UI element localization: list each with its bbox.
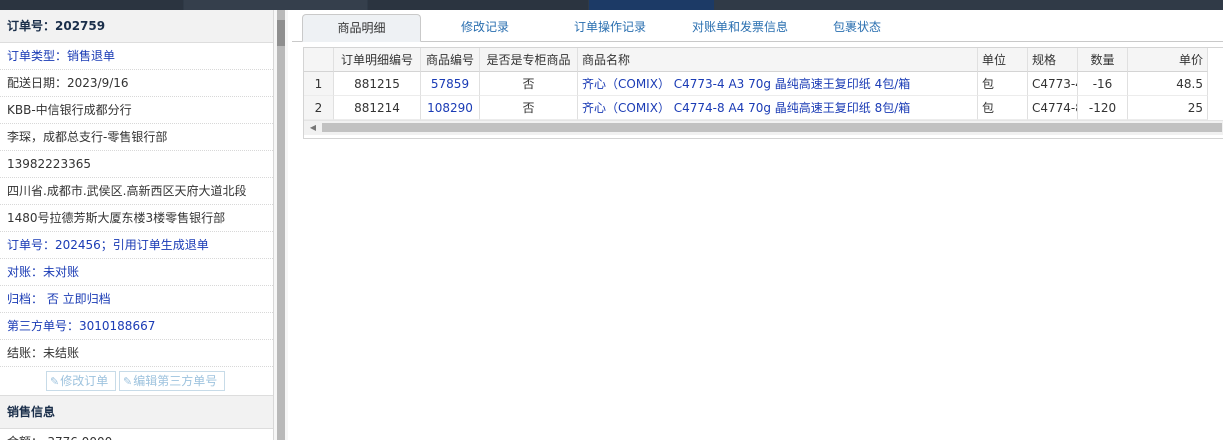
edit-icon: ✎ — [123, 375, 133, 388]
column-header-spec[interactable]: 规格 — [1028, 48, 1078, 72]
edit-third-party-label: 编辑第三方单号 — [133, 374, 218, 388]
product-id-link[interactable]: 57859 — [421, 72, 480, 96]
edit-third-party-button[interactable]: ✎编辑第三方单号 — [119, 371, 225, 391]
column-header-product-id[interactable]: 商品编号 — [421, 48, 480, 72]
action-buttons: ✎修改订单 ✎编辑第三方单号 — [0, 367, 273, 396]
order-number-header: 订单号：202759 — [0, 10, 273, 43]
product-grid: 订单明细编号 商品编号 是否是专柜商品 商品名称 单位 规格 数量 单价 1 8… — [303, 47, 1223, 139]
product-name-link[interactable]: 齐心（COMIX） C4774-8 A4 70g 晶纯高速王复印纸 8包/箱 — [578, 96, 978, 120]
tab-product-details[interactable]: 商品明细 — [302, 14, 421, 42]
row-number: 2 — [304, 96, 334, 120]
column-header-counter-flag[interactable]: 是否是专柜商品 — [480, 48, 578, 72]
counter-flag-cell: 否 — [480, 96, 578, 120]
product-id-link[interactable]: 108290 — [421, 96, 480, 120]
edit-icon: ✎ — [50, 375, 60, 388]
tab-order-operations[interactable]: 订单操作记录 — [560, 14, 660, 41]
edit-order-button[interactable]: ✎修改订单 — [46, 371, 116, 391]
tab-statement-invoice[interactable]: 对账单和发票信息 — [676, 14, 804, 41]
splitter-track — [277, 10, 285, 440]
delivery-date: 配送日期：2023/9/16 — [0, 70, 273, 97]
column-header-detail-id[interactable]: 订单明细编号 — [334, 48, 421, 72]
column-header-unit-price[interactable]: 单价 — [1128, 48, 1208, 72]
contact-phone: 13982223365 — [0, 151, 273, 178]
topbar-segment — [715, 0, 1223, 10]
product-name-link[interactable]: 齐心（COMIX） C4773-4 A3 70g 晶纯高速王复印纸 4包/箱 — [578, 72, 978, 96]
detail-panel: 商品明细 修改记录 订单操作记录 对账单和发票信息 包裹状态 订单明细编号 商品… — [292, 10, 1223, 440]
counter-flag-cell: 否 — [480, 72, 578, 96]
scrollbar-thumb[interactable] — [322, 123, 1222, 132]
spec-cell: C4774-8 — [1028, 96, 1078, 120]
reconciliation-status[interactable]: 对账：未对账 — [0, 259, 273, 286]
sales-info-header: 销售信息 — [0, 396, 273, 429]
topbar-segment — [589, 0, 714, 10]
horizontal-scrollbar[interactable]: ◀ — [304, 120, 1223, 135]
unit-cell: 包 — [978, 96, 1028, 120]
order-info-panel: 订单号：202759 订单类型：销售退单 配送日期：2023/9/16 KBB-… — [0, 10, 274, 440]
detail-id-cell: 881215 — [334, 72, 421, 96]
quantity-cell: -16 — [1078, 72, 1128, 96]
tab-package-status[interactable]: 包裹状态 — [822, 14, 892, 41]
topbar-segment — [0, 0, 183, 10]
scroll-left-icon[interactable]: ◀ — [306, 121, 320, 135]
detail-tabs: 商品明细 修改记录 订单操作记录 对账单和发票信息 包裹状态 — [292, 10, 1223, 42]
settlement-status: 结账：未结账 — [0, 340, 273, 367]
third-party-number[interactable]: 第三方单号：3010188667 — [0, 313, 273, 340]
order-type: 订单类型：销售退单 — [0, 43, 273, 70]
address-line-2: 1480号拉德芳斯大厦东楼3楼零售银行部 — [0, 205, 273, 232]
column-header-product-name[interactable]: 商品名称 — [578, 48, 978, 72]
panel-splitter[interactable] — [274, 10, 288, 440]
detail-id-cell: 881214 — [334, 96, 421, 120]
unit-price-cell: 48.5 — [1128, 72, 1208, 96]
reference-order[interactable]: 订单号：202456；引用订单生成退单 — [0, 232, 273, 259]
spec-cell: C4773-4 — [1028, 72, 1078, 96]
unit-cell: 包 — [978, 72, 1028, 96]
column-header-unit[interactable]: 单位 — [978, 48, 1028, 72]
topbar-segment — [184, 0, 367, 10]
topbar-segment — [368, 0, 588, 10]
address-line-1: 四川省.成都市.武侯区.高新西区天府大道北段 — [0, 178, 273, 205]
sales-amount: 金额：-3776.0000 — [0, 429, 273, 440]
row-number: 1 — [304, 72, 334, 96]
top-navigation-strip — [0, 0, 1223, 10]
edit-order-label: 修改订单 — [60, 374, 109, 388]
tab-change-log[interactable]: 修改记录 — [442, 14, 528, 41]
column-header-rownum — [304, 48, 334, 72]
column-header-quantity[interactable]: 数量 — [1078, 48, 1128, 72]
unit-price-cell: 25 — [1128, 96, 1208, 120]
contact-person: 李琛，成都总支行-零售银行部 — [0, 124, 273, 151]
archive-status[interactable]: 归档： 否 立即归档 — [0, 286, 273, 313]
splitter-handle[interactable] — [277, 20, 285, 46]
customer-company: KBB-中信银行成都分行 — [0, 97, 273, 124]
quantity-cell: -120 — [1078, 96, 1128, 120]
